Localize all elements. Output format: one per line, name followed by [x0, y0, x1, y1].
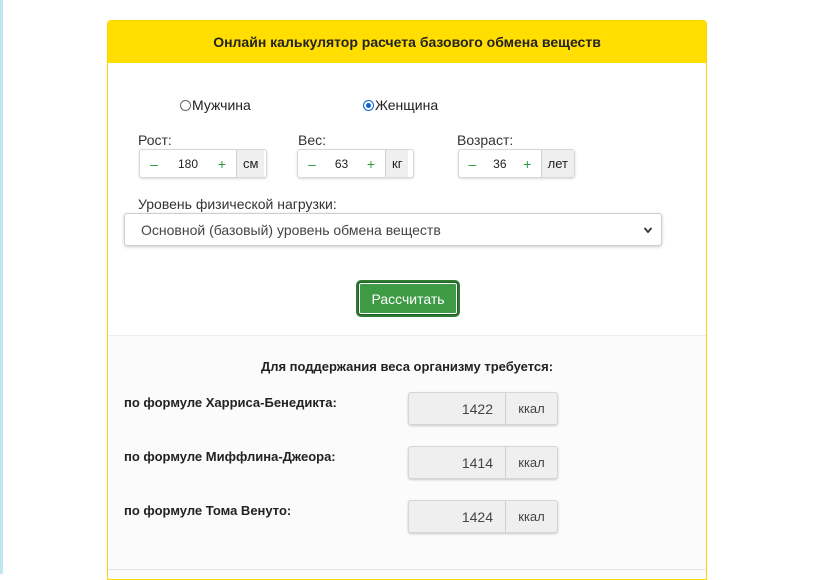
weight-decrement-button[interactable]: – — [298, 150, 326, 177]
result-label-harris-benedict: по формуле Харриса-Бенедикта: — [124, 395, 337, 410]
gender-male-radio[interactable] — [180, 99, 191, 111]
weight-value[interactable]: 63 — [326, 150, 357, 177]
activity-label: Уровень физической нагрузки: — [138, 196, 337, 212]
result-value-mifflin-jeor: 1414 — [461, 454, 493, 471]
height-value[interactable]: 180 — [168, 150, 208, 177]
calculator-header: Онлайн калькулятор расчета базового обме… — [108, 21, 706, 63]
result-value-harris-benedict: 1422 — [461, 400, 493, 417]
gender-male-label: Мужчина — [192, 97, 251, 113]
age-increment-button[interactable]: + — [514, 150, 541, 177]
result-box-mifflin-jeor: 1414 ккал — [408, 446, 558, 479]
age-value[interactable]: 36 — [486, 150, 514, 177]
result-label-tom-venuto: по формуле Тома Венуто: — [124, 503, 292, 518]
height-stepper: – 180 + см — [139, 149, 267, 178]
height-decrement-button[interactable]: – — [140, 150, 168, 177]
result-box-harris-benedict: 1422 ккал — [408, 392, 558, 425]
age-decrement-button[interactable]: – — [459, 150, 486, 177]
height-unit: см — [236, 150, 265, 177]
gender-selector: Мужчина Женщина — [108, 95, 706, 115]
gender-female-label: Женщина — [375, 97, 439, 113]
gender-female-option[interactable]: Женщина — [363, 97, 438, 113]
calculator-title: Онлайн калькулятор расчета базового обме… — [213, 34, 601, 50]
weight-label: Вес: — [298, 132, 327, 148]
age-unit: лет — [540, 150, 574, 177]
activity-select[interactable]: Основной (базовый) уровень обмена вещест… — [124, 213, 662, 246]
result-unit-harris-benedict: ккал — [505, 393, 557, 424]
result-value-tom-venuto: 1424 — [461, 508, 493, 525]
height-label: Рост: — [138, 132, 172, 148]
calculator-card: Онлайн калькулятор расчета базового обме… — [107, 20, 707, 580]
result-unit-mifflin-jeor: ккал — [505, 447, 557, 478]
weight-increment-button[interactable]: + — [357, 150, 385, 177]
age-stepper: – 36 + лет — [458, 149, 575, 178]
chevron-down-icon — [643, 226, 653, 233]
bottom-divider — [108, 569, 706, 570]
result-box-tom-venuto: 1424 ккал — [408, 500, 558, 533]
result-label-mifflin-jeor: по формуле Миффлина-Джеора: — [124, 449, 336, 464]
weight-unit: кг — [385, 150, 409, 177]
height-increment-button[interactable]: + — [208, 150, 236, 177]
gender-female-radio[interactable] — [363, 99, 374, 111]
page-left-stripe — [0, 0, 3, 574]
activity-selected-value: Основной (базовый) уровень обмена вещест… — [141, 221, 441, 238]
age-label: Возраст: — [457, 132, 514, 148]
calculate-button[interactable]: Рассчитать — [358, 282, 458, 315]
gender-male-option[interactable]: Мужчина — [180, 97, 251, 113]
weight-stepper: – 63 + кг — [297, 149, 414, 178]
results-title: Для поддержания веса организму требуется… — [260, 359, 554, 374]
result-unit-tom-venuto: ккал — [505, 501, 557, 532]
